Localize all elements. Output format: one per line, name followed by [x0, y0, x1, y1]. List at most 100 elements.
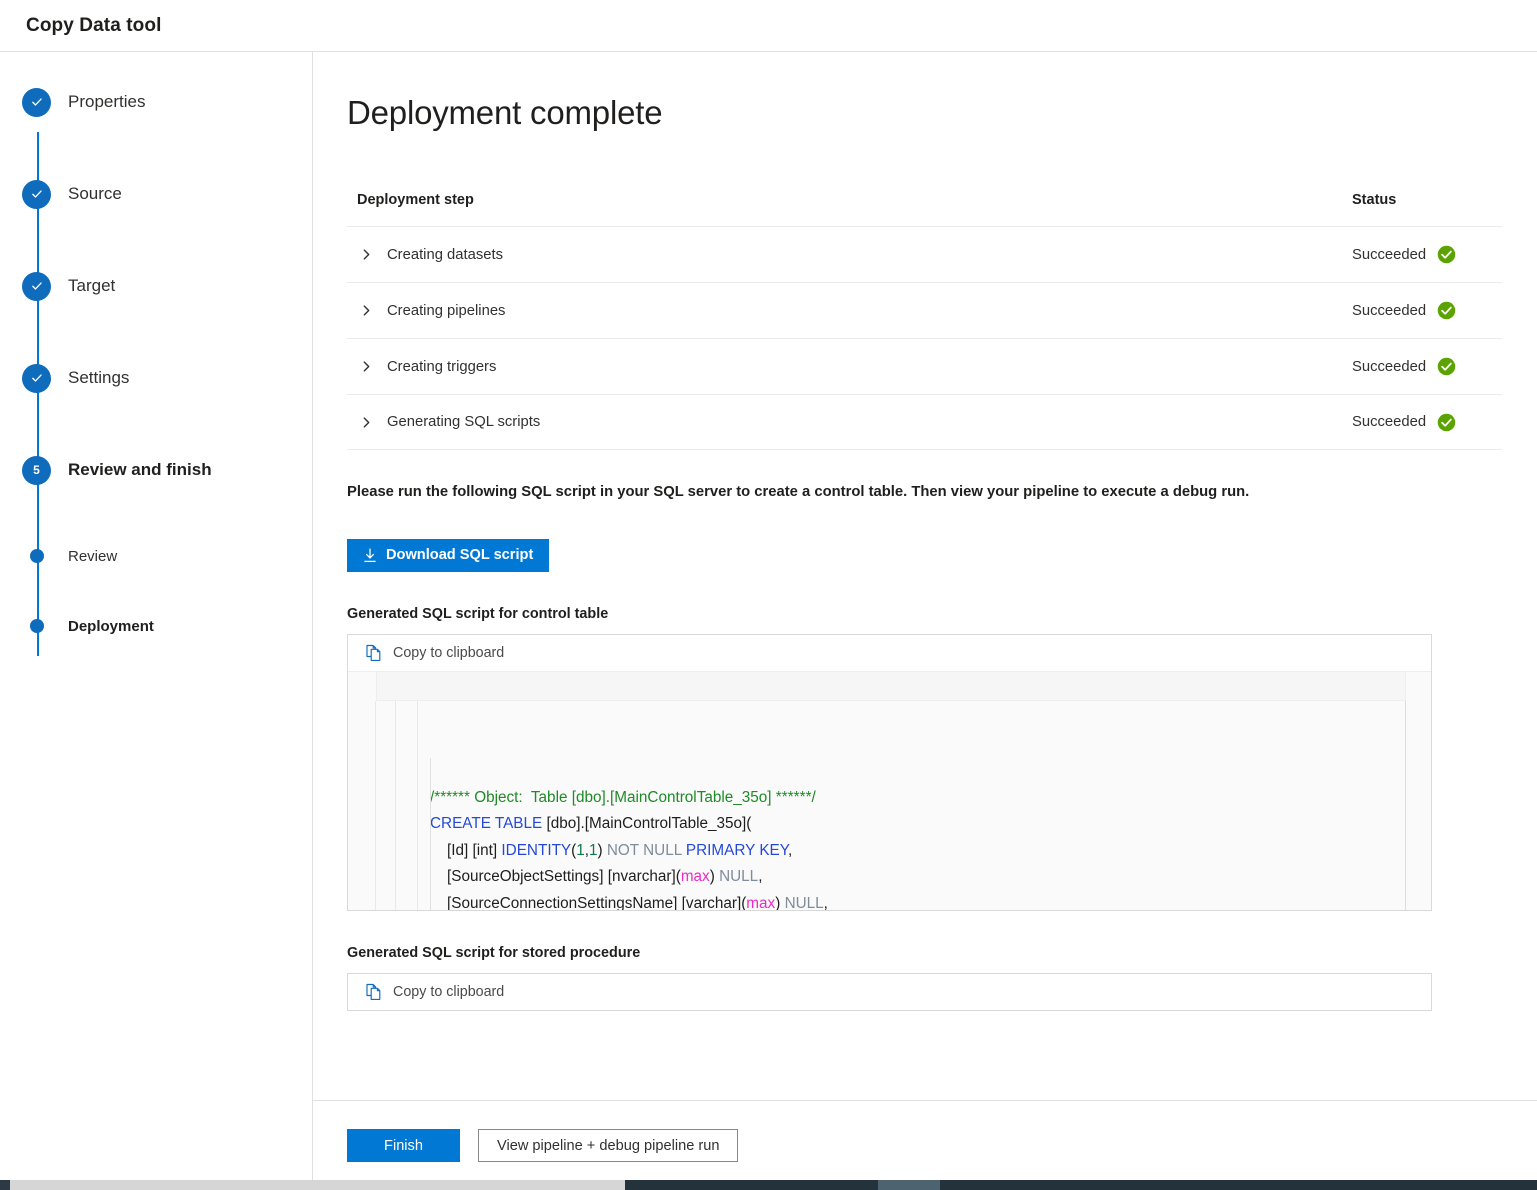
status-cell: Succeeded: [1352, 357, 1502, 376]
sql-token: max: [681, 868, 710, 885]
wizard-navigation: Properties Source Target Settings 5 Review an…: [0, 52, 313, 1190]
wizard-step-review-and-finish[interactable]: 5 Review and finish: [0, 450, 312, 490]
sql-token: ,: [758, 868, 762, 885]
column-header-status: Status: [1352, 192, 1502, 208]
success-check-icon: [1437, 357, 1456, 376]
copy-pages-icon: [366, 644, 383, 662]
sql-code-editor[interactable]: /****** Object: Table [dbo].[MainControl…: [348, 671, 1431, 910]
wizard-step-list: Properties Source Target Settings 5 Review an…: [0, 82, 312, 646]
sql-token: [dbo].[MainControlTable_35o](: [542, 815, 751, 832]
taskbar-segment: [625, 1180, 878, 1190]
taskbar-segment: [0, 1180, 10, 1190]
sql-token: PRIMARY KEY: [686, 842, 788, 859]
sql-token: NULL: [719, 868, 758, 885]
wizard-step-source[interactable]: Source: [0, 174, 312, 214]
app-title: Copy Data tool: [26, 15, 161, 37]
deployment-steps-table: Deployment step Status Creating datasets…: [347, 192, 1502, 450]
sql-token: [SourceObjectSettings] [nvarchar](: [430, 868, 681, 885]
sql-token: [Id] [int]: [430, 842, 501, 859]
status-label: Succeeded: [1352, 359, 1426, 375]
status-label: Succeeded: [1352, 303, 1426, 319]
sql-token: ): [598, 842, 607, 859]
chevron-right-icon[interactable]: [357, 413, 375, 431]
app-shell: Properties Source Target Settings 5 Review an…: [0, 52, 1537, 1190]
indent-guide: [430, 758, 431, 910]
copy-pages-icon: [366, 983, 383, 1001]
success-check-icon: [1437, 245, 1456, 264]
sql-token: 1: [589, 842, 598, 859]
taskbar-segment: [878, 1180, 940, 1190]
stored-procedure-script-box: Copy to clipboard: [347, 973, 1432, 1011]
status-cell: Succeeded: [1352, 245, 1502, 264]
wizard-step-label: Target: [68, 276, 115, 296]
chevron-right-icon[interactable]: [357, 246, 375, 264]
wizard-substep-label: Deployment: [68, 618, 154, 635]
deployment-step-cell: Creating datasets: [357, 246, 1352, 264]
deployment-step-label: Creating datasets: [387, 247, 503, 263]
deployment-step-label: Creating triggers: [387, 359, 496, 375]
copy-to-clipboard-control-table-button[interactable]: Copy to clipboard: [348, 635, 1431, 671]
table-header-row: Deployment step Status: [347, 192, 1502, 226]
chevron-right-icon[interactable]: [357, 302, 375, 320]
content-scroll-area: Deployment complete Deployment step Stat…: [313, 52, 1537, 1100]
editor-top-strip: [376, 672, 1406, 701]
editor-gutter-folding: [376, 701, 396, 910]
chevron-right-icon[interactable]: [357, 358, 375, 376]
sql-token: max: [746, 895, 775, 910]
wizard-step-properties[interactable]: Properties: [0, 82, 312, 122]
wizard-step-label: Review and finish: [68, 460, 212, 480]
status-cell: Succeeded: [1352, 301, 1502, 320]
taskbar-segment: [940, 1180, 1537, 1190]
step-number-badge: 5: [22, 456, 51, 485]
sql-token: [SourceConnectionSettingsName] [varchar]…: [430, 895, 746, 910]
status-cell: Succeeded: [1352, 413, 1502, 432]
success-check-icon: [1437, 301, 1456, 320]
copy-to-clipboard-label: Copy to clipboard: [393, 645, 504, 661]
download-arrow-icon: [363, 548, 377, 563]
sql-code-line: [SourceConnectionSettingsName] [varchar]…: [430, 891, 1431, 910]
step-complete-check-icon: [22, 272, 51, 301]
deployment-step-row[interactable]: Creating datasets Succeeded: [347, 226, 1502, 282]
main-content: Deployment complete Deployment step Stat…: [313, 52, 1537, 1190]
editor-minimap-rail[interactable]: [1406, 701, 1431, 910]
sql-code-line: [Id] [int] IDENTITY(1,1) NOT NULL PRIMAR…: [430, 838, 1431, 865]
sql-token: NULL: [785, 895, 824, 910]
copy-to-clipboard-label: Copy to clipboard: [393, 984, 504, 1000]
deployment-step-cell: Creating pipelines: [357, 302, 1352, 320]
step-complete-check-icon: [22, 88, 51, 117]
sql-token: ,: [788, 842, 792, 859]
wizard-substep-review[interactable]: Review: [0, 536, 312, 576]
sql-token: ): [775, 895, 784, 910]
editor-minimap-divider: [1405, 701, 1406, 910]
os-taskbar-strip: [0, 1180, 1537, 1190]
download-sql-script-button[interactable]: Download SQL script: [347, 539, 549, 572]
copy-to-clipboard-stored-procedure-button[interactable]: Copy to clipboard: [348, 974, 1431, 1010]
editor-gutter-decorations: [396, 701, 418, 910]
deployment-step-row[interactable]: Creating pipelinesSucceeded: [347, 282, 1502, 338]
deployment-step-cell: Creating triggers: [357, 358, 1352, 376]
view-pipeline-debug-run-button[interactable]: View pipeline + debug pipeline run: [478, 1129, 738, 1162]
control-table-script-box: Copy to clipboard /****** Object: Table …: [347, 634, 1432, 911]
sql-token: NOT NULL: [607, 842, 686, 859]
deployment-step-label: Generating SQL scripts: [387, 414, 540, 430]
wizard-substep-deployment[interactable]: Deployment: [0, 606, 312, 646]
finish-button[interactable]: Finish: [347, 1129, 460, 1162]
sql-code-line: CREATE TABLE [dbo].[MainControlTable_35o…: [430, 811, 1431, 838]
stored-procedure-script-label: Generated SQL script for stored procedur…: [347, 945, 1537, 961]
wizard-substep-label: Review: [68, 548, 117, 565]
wizard-step-label: Source: [68, 184, 122, 204]
wizard-step-settings[interactable]: Settings: [0, 358, 312, 398]
wizard-step-target[interactable]: Target: [0, 266, 312, 306]
substep-dot-icon: [30, 619, 44, 633]
sql-token: 1: [576, 842, 585, 859]
deployment-step-row[interactable]: Creating triggers Succeeded: [347, 338, 1502, 394]
sql-code-content[interactable]: /****** Object: Table [dbo].[MainControl…: [418, 701, 1431, 910]
page-title: Deployment complete: [347, 94, 1537, 132]
wizard-footer: Finish View pipeline + debug pipeline ru…: [313, 1100, 1537, 1190]
download-sql-script-label: Download SQL script: [386, 547, 533, 563]
control-table-script-label: Generated SQL script for control table: [347, 606, 1537, 622]
deployment-step-row[interactable]: Generating SQL scripts Succeeded: [347, 394, 1502, 450]
step-complete-check-icon: [22, 364, 51, 393]
wizard-step-label: Properties: [68, 92, 145, 112]
status-label: Succeeded: [1352, 414, 1426, 430]
